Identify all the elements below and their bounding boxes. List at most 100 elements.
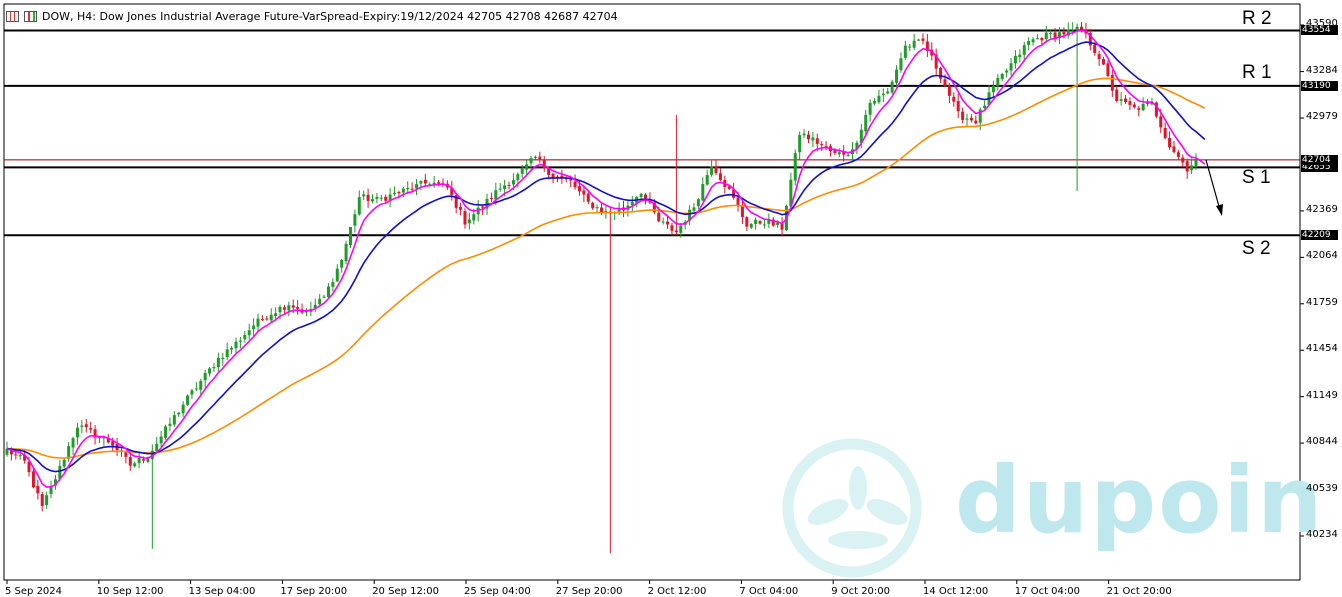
candle-body <box>705 175 709 185</box>
candle-body <box>516 174 520 181</box>
candle-body <box>282 307 286 310</box>
candle-body <box>481 206 485 208</box>
candle-body <box>1049 33 1053 35</box>
candle-body <box>595 207 599 209</box>
candle-body <box>375 197 379 199</box>
candle-body <box>740 205 744 218</box>
candle-body <box>348 227 352 245</box>
candle-body <box>569 179 573 181</box>
candle-body <box>1040 37 1044 41</box>
candle-body <box>974 120 978 124</box>
level-label-s2: S 2 <box>1242 238 1271 259</box>
candle-body <box>1128 101 1132 105</box>
candle-body <box>718 173 722 181</box>
candle-body <box>503 185 507 190</box>
price-tick-label: 42369 <box>1306 203 1338 215</box>
candle-body <box>1053 32 1057 38</box>
candle-body <box>71 438 75 448</box>
candle-body <box>216 357 220 368</box>
candlestick-icon[interactable] <box>24 10 37 22</box>
candle-body <box>177 412 181 415</box>
candle-body <box>1044 32 1048 40</box>
chart-window[interactable]: DOW, H4: Dow Jones Industrial Average Fu… <box>0 0 1342 597</box>
candle-body <box>806 134 810 140</box>
candle-body <box>203 372 207 381</box>
current-price-tag: 42704 <box>1301 154 1338 165</box>
chart-window-icon[interactable] <box>6 10 19 22</box>
candle-body <box>890 81 894 93</box>
candle-body <box>877 95 881 103</box>
candle-body <box>630 202 634 206</box>
candle-body <box>1124 98 1128 103</box>
candle-body <box>846 154 850 156</box>
candle-body <box>489 197 493 200</box>
candle-body <box>238 340 242 342</box>
candle-body <box>89 428 93 430</box>
candle-body <box>230 347 234 350</box>
price-tick-label: 41149 <box>1306 389 1338 401</box>
candle-body <box>881 93 885 96</box>
candle-body <box>137 458 141 464</box>
candle-body <box>401 188 405 193</box>
candle-body <box>256 318 260 327</box>
candle-body <box>956 101 960 112</box>
level-price-tag: 43554 <box>1301 25 1338 36</box>
time-tick-label: 13 Sep 04:00 <box>188 586 256 597</box>
time-tick-label: 20 Sep 12:00 <box>372 586 439 597</box>
candle-body <box>326 286 330 298</box>
candle-body <box>529 158 533 164</box>
candle-body <box>864 114 868 132</box>
candle-body <box>696 199 700 207</box>
candle-body <box>199 381 203 390</box>
candle-body <box>371 199 375 202</box>
candle-body <box>172 415 176 425</box>
candle-body <box>164 426 168 438</box>
candle-body <box>18 455 22 457</box>
candle-body <box>815 138 819 144</box>
candle-body <box>1159 116 1163 128</box>
candle-body <box>194 388 198 390</box>
candle-body <box>419 181 423 184</box>
candle-body <box>472 214 476 221</box>
candle-body <box>1035 38 1039 40</box>
candle-body <box>991 85 995 93</box>
candle-body <box>917 39 921 41</box>
watermark-text: dupoin <box>955 447 1325 554</box>
candle-body <box>1132 104 1136 108</box>
candle-body <box>296 307 300 309</box>
symbol-info: DOW, H4: Dow Jones Industrial Average Fu… <box>42 9 618 23</box>
candle-body <box>1018 54 1022 58</box>
candle-body <box>895 69 899 83</box>
candle-body <box>1093 44 1097 53</box>
candle-body <box>912 40 916 48</box>
price-tick-label: 40234 <box>1306 529 1338 540</box>
candle-body <box>943 79 947 86</box>
candle-body <box>661 221 665 223</box>
candle-body <box>908 46 912 48</box>
candle-body <box>124 452 128 457</box>
time-tick-label: 17 Oct 04:00 <box>1014 586 1080 597</box>
time-tick-label: 27 Sep 20:00 <box>555 586 623 597</box>
candle-body <box>463 211 467 225</box>
candle-body <box>75 427 79 438</box>
candle-body <box>494 190 498 200</box>
candle-body <box>1176 152 1180 157</box>
price-tick-label: 40539 <box>1306 482 1338 494</box>
candle-body <box>212 367 216 369</box>
candle-body <box>824 145 828 147</box>
candle-body <box>45 495 49 505</box>
candle-body <box>31 471 35 488</box>
candle-body <box>873 101 877 104</box>
candle-body <box>674 230 678 233</box>
candle-body <box>533 156 537 158</box>
candle-body <box>701 184 705 201</box>
candle-body <box>714 166 718 174</box>
candle-body <box>1141 103 1145 111</box>
candle-body <box>837 152 841 155</box>
candle-body <box>551 173 555 178</box>
price-tick-label: 40844 <box>1306 436 1338 448</box>
candle-body <box>36 485 40 494</box>
candle-body <box>208 368 212 374</box>
candle-body <box>1009 63 1013 71</box>
candle-body <box>670 225 674 231</box>
